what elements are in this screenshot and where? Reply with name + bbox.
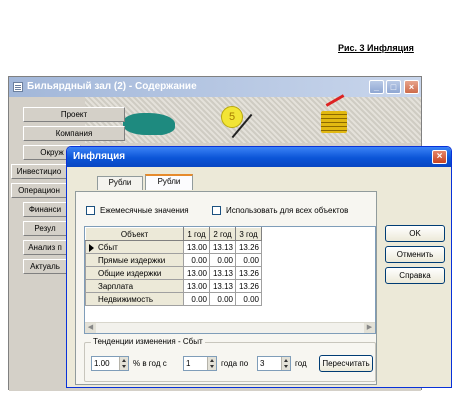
window-menu-icon[interactable]	[13, 82, 23, 92]
table-cell[interactable]: 0.00	[183, 253, 210, 267]
column-header-object[interactable]: Объект	[85, 227, 184, 241]
scroll-left-icon[interactable]: ◀	[85, 323, 96, 333]
row-label-text: Сбыт	[98, 242, 118, 252]
table-header-row: Объект 1 год 2 год 3 год	[85, 227, 262, 241]
minimize-button[interactable]: _	[369, 80, 384, 94]
table-cell[interactable]: 0.00	[209, 292, 236, 306]
monthly-values-checkbox[interactable]: Ежемесячные значения	[86, 206, 189, 215]
background-window-titlebar: Бильярдный зал (2) - Содержание _ □ ×	[9, 77, 421, 97]
table-row[interactable]: Общие издержки 13.00 13.13 13.26	[85, 266, 262, 280]
nav-company-button[interactable]: Компания	[23, 126, 125, 141]
trend-groupbox: Тенденции изменения - Сбыт 1.00 % в год …	[84, 337, 376, 382]
trend-group-label: Тенденции изменения - Сбыт	[91, 337, 205, 346]
table-cell[interactable]: 0.00	[235, 253, 262, 267]
maximize-button[interactable]: □	[386, 80, 401, 94]
table-cell[interactable]: 0.00	[235, 292, 262, 306]
table-row[interactable]: Прямые издержки 0.00 0.00 0.00	[85, 253, 262, 267]
nav-operations-button[interactable]: Операцион	[11, 183, 67, 198]
cancel-button[interactable]: Отменить	[385, 246, 445, 263]
coin-icon: 5	[221, 106, 243, 128]
table-row[interactable]: Зарплата 13.00 13.13 13.26	[85, 279, 262, 293]
nav-project-button[interactable]: Проект	[23, 107, 125, 122]
row-label-real-estate[interactable]: Недвижимость	[85, 292, 184, 306]
from-year-label: года по	[221, 359, 249, 368]
table-cell[interactable]: 13.00	[183, 240, 210, 254]
spin-arrows-icon[interactable]	[281, 357, 290, 370]
table-cell[interactable]: 13.00	[183, 266, 210, 280]
table-cell[interactable]: 13.00	[183, 279, 210, 293]
nav-investment-button[interactable]: Инвестицио	[11, 164, 67, 179]
checkbox-box[interactable]	[86, 206, 95, 215]
growth-arrow-icon	[325, 94, 345, 107]
table-row[interactable]: Сбыт 13.00 13.13 13.26	[85, 240, 262, 254]
from-year-value: 1	[186, 359, 191, 368]
row-label-salary[interactable]: Зарплата	[85, 279, 184, 293]
rate-spinner[interactable]: 1.00	[91, 356, 129, 371]
spin-arrows-icon[interactable]	[207, 357, 216, 370]
table-cell[interactable]: 13.13	[209, 279, 236, 293]
recalculate-button[interactable]: Пересчитать	[319, 355, 373, 372]
row-label-general-costs[interactable]: Общие издержки	[85, 266, 184, 280]
row-label-sales[interactable]: Сбыт	[85, 240, 184, 254]
dialog-title: Инфляция	[73, 151, 126, 162]
nav-finance-button[interactable]: Финанси	[23, 202, 67, 217]
table-cell[interactable]: 13.13	[209, 266, 236, 280]
ok-button[interactable]: OK	[385, 225, 445, 242]
rate-value: 1.00	[94, 359, 110, 368]
close-button[interactable]: ×	[404, 80, 419, 94]
tab-rubles-1[interactable]: Рубли	[97, 176, 143, 190]
coin-stack-icon	[321, 111, 347, 133]
spin-arrows-icon[interactable]	[119, 357, 128, 370]
all-objects-checkbox[interactable]: Использовать для всех объектов	[212, 206, 348, 215]
checkbox-box[interactable]	[212, 206, 221, 215]
world-map-icon-part	[151, 119, 171, 135]
help-button[interactable]: Справка	[385, 267, 445, 284]
banner-graphic: 5	[85, 94, 421, 143]
table-cell[interactable]: 0.00	[183, 292, 210, 306]
dialog-titlebar[interactable]: Инфляция ×	[67, 147, 451, 167]
column-header-year1[interactable]: 1 год	[183, 227, 210, 241]
to-year-label: год	[295, 359, 307, 368]
rate-label: % в год с	[133, 359, 167, 368]
nav-actual-button[interactable]: Актуаль	[23, 259, 67, 274]
inflation-table: Объект 1 год 2 год 3 год Сбыт 13.00 13.1…	[85, 227, 262, 306]
dialog-close-button[interactable]: ×	[432, 150, 447, 164]
figure-caption: Рис. 3 Инфляция	[338, 43, 414, 53]
column-header-year3[interactable]: 3 год	[235, 227, 262, 241]
all-objects-label: Использовать для всех объектов	[226, 206, 349, 215]
scroll-right-icon[interactable]: ▶	[364, 323, 375, 333]
from-year-spinner[interactable]: 1	[183, 356, 217, 371]
table-cell[interactable]: 13.26	[235, 266, 262, 280]
inflation-dialog: Инфляция × Рубли Рубли Ежемесячные значе…	[66, 146, 452, 388]
table-cell[interactable]: 13.26	[235, 279, 262, 293]
background-window-title: Бильярдный зал (2) - Содержание	[27, 81, 197, 92]
column-header-year2[interactable]: 2 год	[209, 227, 236, 241]
tab-rubles-2[interactable]: Рубли	[145, 174, 193, 190]
table-row[interactable]: Недвижимость 0.00 0.00 0.00	[85, 292, 262, 306]
to-year-spinner[interactable]: 3	[257, 356, 291, 371]
tab-panel: Ежемесячные значения Использовать для вс…	[75, 191, 377, 385]
nav-analysis-button[interactable]: Анализ п	[23, 240, 67, 255]
table-cell[interactable]: 13.13	[209, 240, 236, 254]
table-cell[interactable]: 13.26	[235, 240, 262, 254]
table-cell[interactable]: 0.00	[209, 253, 236, 267]
inflation-grid[interactable]: Объект 1 год 2 год 3 год Сбыт 13.00 13.1…	[84, 226, 376, 334]
row-label-direct-costs[interactable]: Прямые издержки	[85, 253, 184, 267]
to-year-value: 3	[260, 359, 265, 368]
nav-results-button[interactable]: Резул	[23, 221, 67, 236]
horizontal-scrollbar[interactable]: ◀ ▶	[85, 322, 375, 333]
row-pointer-icon	[89, 244, 94, 252]
monthly-values-label: Ежемесячные значения	[100, 206, 189, 215]
